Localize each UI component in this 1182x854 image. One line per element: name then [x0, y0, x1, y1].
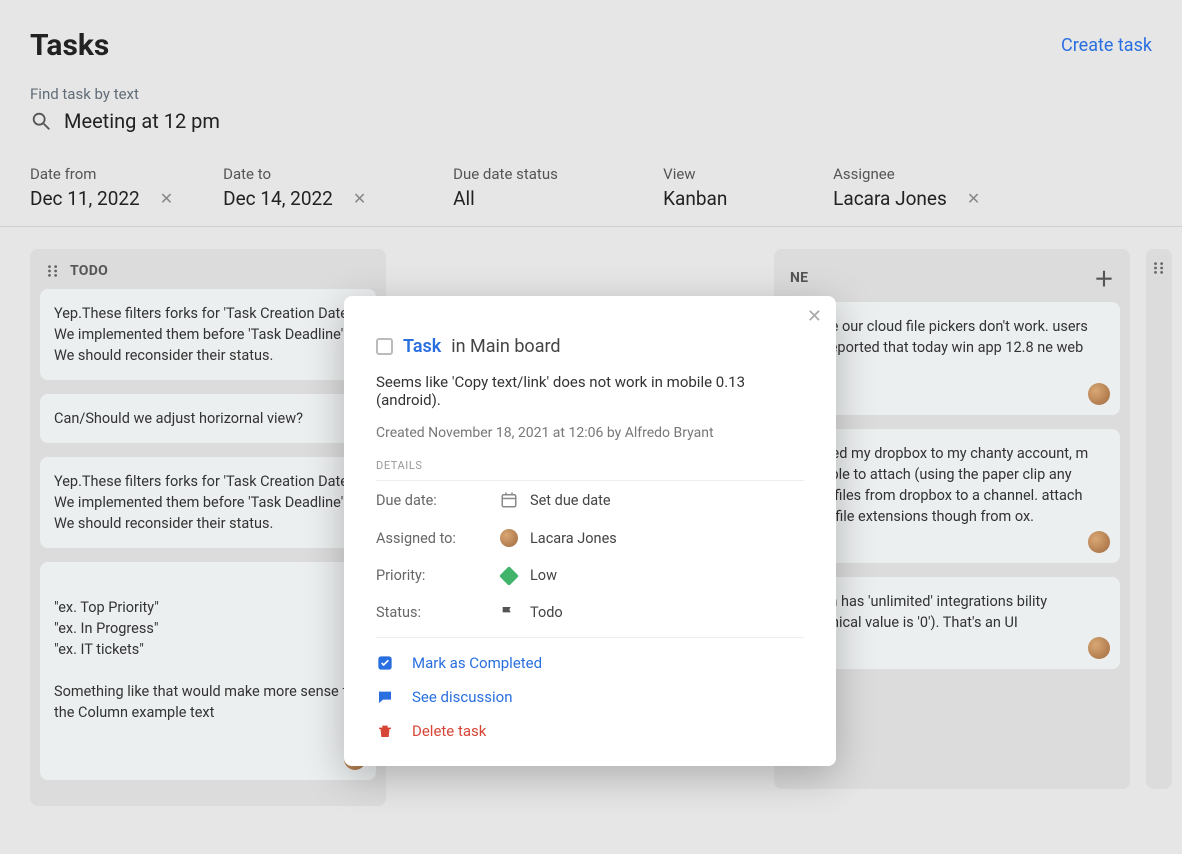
add-card-icon[interactable]: ＋ [1094, 263, 1114, 292]
trash-icon [376, 723, 394, 739]
task-card-text: "ex. Top Priority" "ex. In Progress" "ex… [54, 599, 361, 721]
task-card-text: e linked my dropbox to my chanty account… [798, 445, 1088, 525]
clear-date-to-icon[interactable]: ✕ [353, 189, 366, 208]
priority-icon [500, 569, 530, 583]
chat-icon [376, 689, 394, 705]
task-card[interactable]: "ex. Top Priority" "ex. In Progress" "ex… [40, 562, 376, 780]
detail-row-assigned[interactable]: Assigned to: Lacara Jones [376, 519, 804, 557]
detail-value: Low [530, 567, 557, 584]
assignee-avatar [500, 529, 530, 547]
detail-value: Lacara Jones [530, 530, 617, 547]
kanban-column-peek [1146, 249, 1172, 789]
mark-completed-button[interactable]: Mark as Completed [376, 646, 804, 680]
task-card-text: Yep.These filters forks for 'Task Creati… [54, 305, 354, 364]
filter-due-status-label: Due date status [453, 165, 613, 183]
kanban-column-todo: TODO Yep.These filters forks for 'Task C… [30, 249, 386, 806]
filter-assignee-label: Assignee [833, 165, 980, 183]
detail-value: Todo [530, 604, 563, 621]
task-card-text: Can/Should we adjust horizornal view? [54, 410, 303, 427]
task-detail-modal: ✕ Task in Main board Seems like 'Copy te… [344, 296, 836, 766]
details-heading: DETAILS [376, 459, 804, 481]
page-title: Tasks [30, 28, 109, 63]
filter-view-label: View [663, 165, 783, 183]
task-card-text: Yep.These filters forks for 'Task Creati… [54, 473, 354, 532]
assignee-avatar [1088, 637, 1110, 659]
filter-date-from-value[interactable]: Dec 11, 2022 [30, 187, 140, 210]
assignee-avatar [1088, 383, 1110, 405]
flag-icon [500, 605, 530, 621]
filter-date-from-label: Date from [30, 165, 173, 183]
detail-value: Set due date [530, 492, 611, 509]
search-label: Find task by text [30, 85, 1152, 103]
task-card[interactable]: Yep.These filters forks for 'Task Creati… [40, 289, 376, 380]
filter-date-to-label: Date to [223, 165, 403, 183]
detail-key: Priority: [376, 567, 500, 584]
clear-date-from-icon[interactable]: ✕ [160, 189, 173, 208]
action-label: Delete task [412, 722, 486, 740]
detail-key: Due date: [376, 492, 500, 509]
detail-key: Status: [376, 604, 500, 621]
calendar-icon [500, 491, 530, 509]
task-card[interactable]: Yep.These filters forks for 'Task Creati… [40, 457, 376, 548]
task-card[interactable]: Can/Should we adjust horizornal view? [40, 394, 376, 443]
filter-date-to-value[interactable]: Dec 14, 2022 [223, 187, 333, 210]
task-description: Seems like 'Copy text/link' does not wor… [376, 373, 804, 409]
search-input[interactable]: Meeting at 12 pm [64, 109, 220, 133]
task-type-label[interactable]: Task [403, 336, 441, 357]
assignee-avatar [1088, 531, 1110, 553]
close-icon[interactable]: ✕ [807, 306, 822, 327]
action-label: Mark as Completed [412, 654, 542, 672]
detail-row-due-date[interactable]: Due date: Set due date [376, 481, 804, 519]
drag-handle-icon[interactable] [46, 264, 60, 278]
task-complete-checkbox[interactable] [376, 338, 393, 355]
create-task-link[interactable]: Create task [1061, 35, 1152, 56]
filter-assignee-value[interactable]: Lacara Jones [833, 187, 947, 210]
action-label: See discussion [412, 688, 512, 706]
filter-due-status-value[interactable]: All [453, 187, 475, 210]
clear-assignee-icon[interactable]: ✕ [967, 189, 980, 208]
search-icon [30, 110, 52, 132]
detail-key: Assigned to: [376, 530, 500, 547]
task-created-meta: Created November 18, 2021 at 12:06 by Al… [376, 425, 804, 441]
see-discussion-button[interactable]: See discussion [376, 680, 804, 714]
check-icon [376, 655, 394, 671]
task-card-text: ks like our cloud file pickers don't wor… [798, 318, 1088, 377]
column-title-partial: NE [790, 270, 808, 286]
detail-row-status[interactable]: Status: Todo [376, 594, 804, 631]
filter-view-value[interactable]: Kanban [663, 187, 727, 210]
column-title: TODO [70, 263, 108, 279]
detail-row-priority[interactable]: Priority: Low [376, 557, 804, 594]
task-location: in Main board [451, 336, 560, 357]
drag-handle-icon[interactable] [1152, 261, 1166, 777]
delete-task-button[interactable]: Delete task [376, 714, 804, 748]
